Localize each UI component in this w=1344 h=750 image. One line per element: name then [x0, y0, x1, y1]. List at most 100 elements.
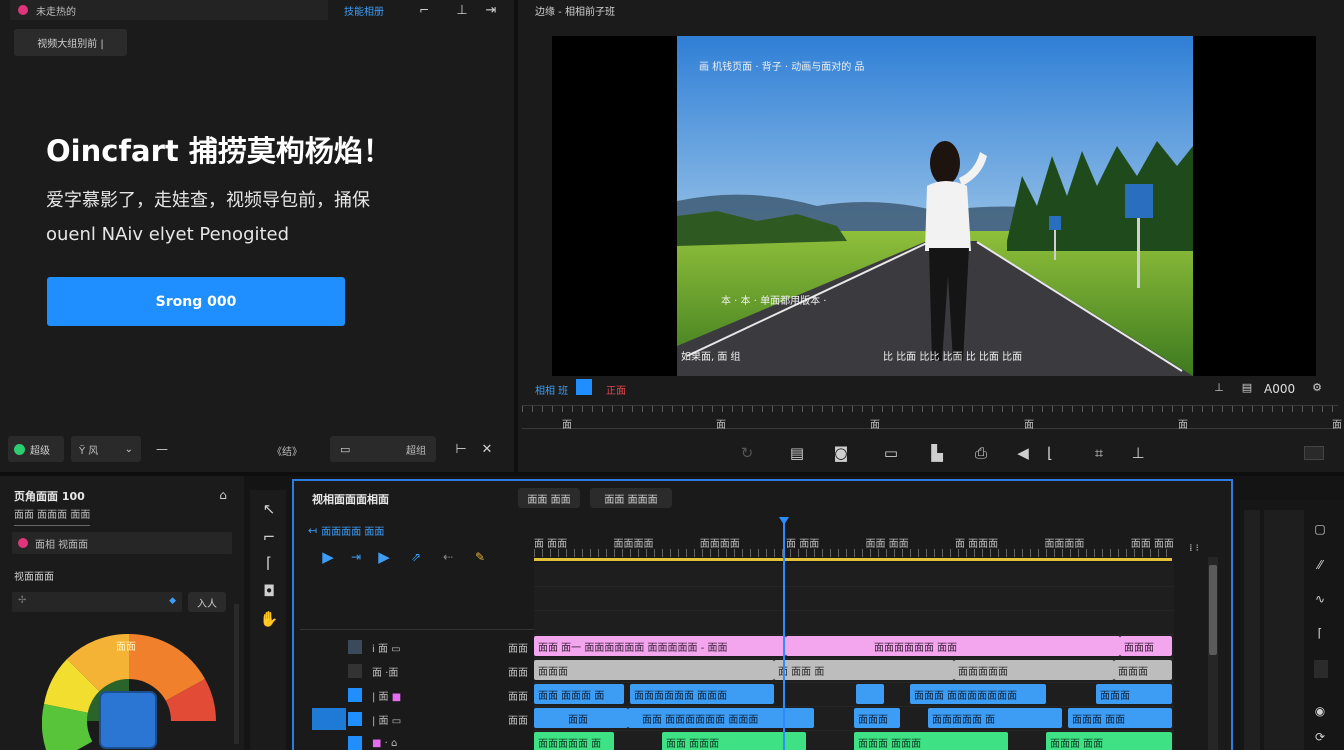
ruler-label: 面 面面: [534, 539, 568, 550]
marker-icon[interactable]: ⌊: [1042, 442, 1058, 464]
video-frame[interactable]: 画 机钱页面 · 背子 · 动画与面对的 品 本 · 本 · 单面都用版本 · …: [552, 36, 1316, 376]
clip[interactable]: 面面: [534, 708, 628, 728]
bottom-box[interactable]: ▭ 超组: [330, 436, 436, 462]
share-icon[interactable]: ⇥: [480, 0, 502, 20]
timeline-tab-1[interactable]: 面面 面面: [518, 488, 580, 508]
camera-icon[interactable]: ◙: [830, 442, 852, 464]
clip[interactable]: 面面面: [854, 708, 900, 728]
print-icon[interactable]: ⎙: [970, 442, 992, 464]
track-header-row[interactable]: 面 ·面 面面: [348, 660, 528, 682]
color-wheel[interactable]: 面面: [42, 634, 216, 750]
clip[interactable]: 面面面: [1120, 636, 1172, 656]
back-arrow-icon[interactable]: ◀: [1012, 442, 1034, 464]
track-header-row[interactable]: | 面 ▭ 面面: [348, 708, 528, 730]
promo-panel: 未走热的 技能相册 ⌐ ⊥ ⇥ 视频大组别前 | Oincfart 捕捞莫枸杨焰…: [0, 0, 514, 472]
clip[interactable]: 面面 面面面 面: [534, 684, 624, 704]
ruler-label: 面面面面: [1044, 539, 1085, 550]
clip[interactable]: 面面面面面面 面面面: [630, 684, 774, 704]
trim-tool-icon[interactable]: ⌈: [258, 552, 280, 574]
playhead[interactable]: [783, 519, 785, 750]
track-toggle: [348, 664, 362, 678]
clip[interactable]: 面面 面面面面面面 面面面: [628, 708, 814, 728]
preset-field[interactable]: 面相 视面面: [12, 532, 232, 554]
timeline-title: 视相面面面相面: [312, 493, 389, 506]
select-tool-icon[interactable]: ↖: [258, 498, 280, 520]
crop-corner-icon[interactable]: ⌈: [1310, 622, 1330, 644]
value-slider[interactable]: ✢ ◆: [12, 592, 182, 612]
search-bar[interactable]: 未走热的: [10, 0, 328, 20]
disk-icon[interactable]: ◉: [1310, 700, 1330, 722]
clip[interactable]: 面面面 面面: [1068, 708, 1172, 728]
clip[interactable]: 面面面: [1096, 684, 1172, 704]
hand-tool-icon[interactable]: ✋: [258, 608, 280, 630]
track-header-row[interactable]: | 面 ■ 面面: [348, 684, 528, 706]
track-header-row[interactable]: i 面 ▭ 面面: [348, 636, 528, 658]
timeline-vscroll-thumb[interactable]: [1209, 565, 1217, 655]
pencil-icon[interactable]: ⁄⁄: [1310, 554, 1330, 576]
clip[interactable]: 面面面面面 面: [534, 732, 614, 750]
text-tool-icon[interactable]: ◘: [258, 580, 280, 602]
export-icon[interactable]: ⊥: [1212, 378, 1226, 396]
bottom-chip[interactable]: 超级: [8, 436, 64, 462]
section-label: 视面面面: [14, 572, 54, 583]
clip-tools-icon[interactable]: ▙: [924, 442, 950, 464]
razor-tool-icon[interactable]: ⌐: [258, 526, 280, 548]
play-range-icon[interactable]: ▶: [374, 547, 394, 567]
effect-icon[interactable]: ✎: [470, 547, 490, 567]
clip[interactable]: 面面面: [534, 660, 774, 680]
pin-icon[interactable]: ⌂: [214, 486, 232, 504]
timeline-ruler[interactable]: 面 面面 面面面面 面面面面 面 面面 面面 面面 面 面面面 面面面面 面面 …: [534, 535, 1174, 561]
clip[interactable]: 面面面 面面: [1046, 732, 1172, 750]
timeline-vscroll[interactable]: [1208, 557, 1218, 750]
split-icon[interactable]: ⊢: [452, 436, 470, 462]
playhead-handle[interactable]: [779, 517, 789, 525]
clip[interactable]: 面面面: [1114, 660, 1172, 680]
play-icon[interactable]: ▶: [318, 547, 338, 567]
work-area-bar[interactable]: [534, 558, 1172, 561]
scrubber-ruler[interactable]: 面 面 面 面 面 面: [522, 405, 1342, 431]
settings-icon[interactable]: ⚙: [1310, 378, 1324, 396]
track-header-row[interactable]: ■ · ⌂: [348, 732, 528, 750]
minus-icon[interactable]: —: [152, 436, 172, 462]
doc-icon[interactable]: ▢: [1310, 518, 1330, 540]
ruler-ticks: [534, 549, 1174, 557]
ruler-labels: 面 面 面 面 面 面: [562, 416, 1342, 431]
clip[interactable]: 面面 面一 面面面面面面 面面面面面 - 面面: [534, 636, 786, 656]
timeline-tab-2[interactable]: 面面 面面面: [590, 488, 672, 508]
tool-strip: ↖ ⌐ ⌈ ◘ ✋: [250, 490, 286, 750]
loop-icon[interactable]: ↻: [736, 442, 758, 464]
status-square[interactable]: [576, 379, 592, 395]
pin-icon[interactable]: ⊥: [452, 0, 472, 20]
clip[interactable]: 面面面面面面 面面: [786, 636, 1120, 656]
doc-icon[interactable]: ▤: [1240, 378, 1254, 396]
timeline-menu-icon[interactable]: ⁞ ⁝: [1182, 541, 1206, 557]
pin-down-icon[interactable]: ⊥: [1128, 442, 1148, 464]
jump-icon[interactable]: ⇗: [406, 547, 426, 567]
clip[interactable]: 面面面面面: [954, 660, 1114, 680]
square-button[interactable]: [1314, 660, 1328, 678]
sub-button[interactable]: 视频大组别前 |: [14, 29, 127, 56]
clip[interactable]: 面面面 面面面面面面面: [910, 684, 1046, 704]
close-icon[interactable]: ✕: [478, 436, 496, 462]
audio-icon[interactable]: ∿: [1310, 588, 1330, 610]
marker-add-icon[interactable]: ⇠: [438, 547, 458, 567]
field-button[interactable]: 入人: [188, 592, 226, 612]
cta-button[interactable]: Srong 000: [47, 277, 345, 326]
track-header-selected[interactable]: [312, 708, 346, 730]
track-row: 面面面 面 面面 面 面面面面面 面面面: [534, 660, 1214, 682]
list-icon[interactable]: ▤: [786, 442, 808, 464]
small-toggle[interactable]: [1304, 446, 1324, 460]
rotate-icon[interactable]: ⟳: [1310, 726, 1330, 748]
clip[interactable]: 面面面面面 面: [928, 708, 1062, 728]
step-forward-icon[interactable]: ⇥: [346, 547, 366, 567]
bottom-select[interactable]: Ÿ 风 ⌄: [71, 436, 141, 462]
clip[interactable]: 面 面面 面: [774, 660, 954, 680]
crop-icon[interactable]: ⌗: [1088, 442, 1110, 464]
frame-icon[interactable]: ⌐: [412, 0, 436, 20]
caption-icon[interactable]: ▭: [878, 442, 904, 464]
top-tab[interactable]: 技能相册: [344, 3, 384, 18]
clip[interactable]: 面面面 面面面: [854, 732, 1008, 750]
bottom-mid[interactable]: 《结》: [272, 443, 302, 458]
inspector-scrollbar[interactable]: [234, 604, 239, 744]
clip[interactable]: [856, 684, 884, 704]
